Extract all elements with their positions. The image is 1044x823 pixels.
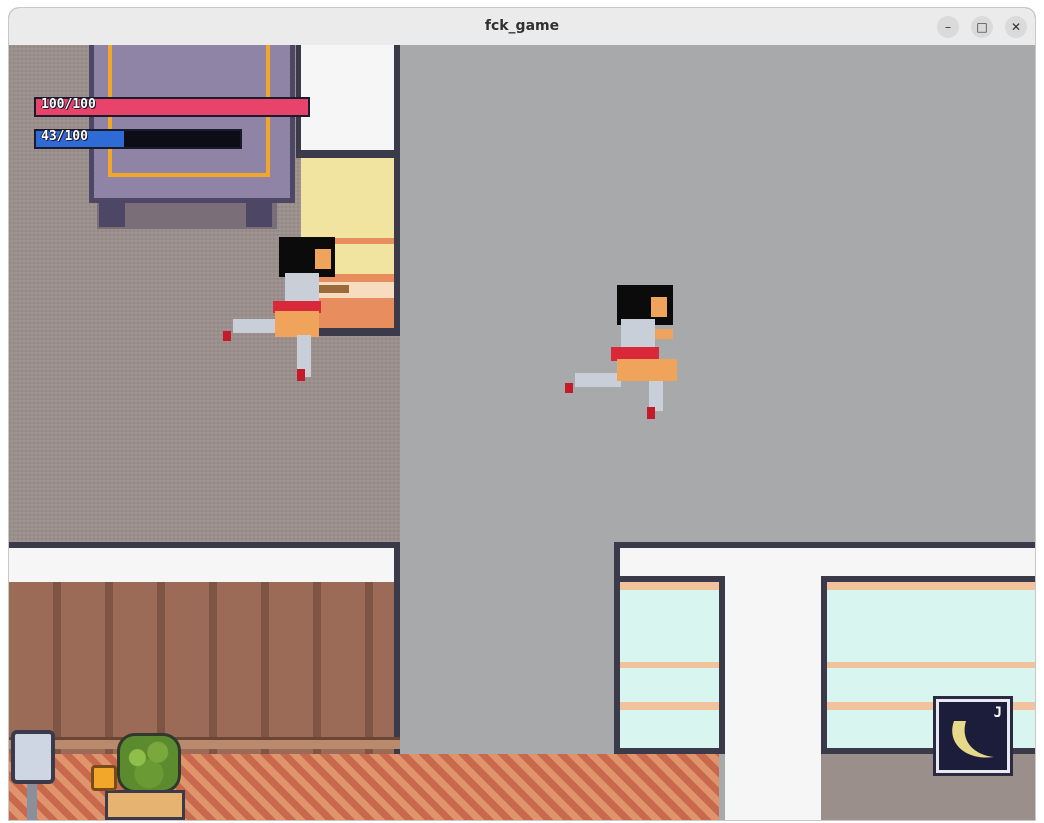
enemy-torso [621, 319, 655, 351]
enemy-character [565, 285, 677, 419]
white-pillar [725, 576, 821, 820]
enemy-thigh [617, 359, 677, 381]
potted-plant [117, 733, 181, 793]
maximize-icon: □ [976, 20, 988, 34]
cyan-window-left [614, 576, 725, 754]
enemy-skirt [611, 347, 659, 361]
game-viewport[interactable]: 100/100 43/100 J [9, 45, 1035, 820]
enemy-shoe-front [647, 407, 655, 419]
enemy-shoe-back [565, 383, 573, 393]
lamp-stand [27, 784, 37, 820]
player-thigh [275, 311, 319, 337]
plant-pot [105, 790, 185, 820]
minimize-button[interactable]: – [937, 16, 959, 38]
cabinet-foot-right [246, 203, 272, 227]
mana-text: 43/100 [41, 129, 88, 144]
skill-slot[interactable]: J [933, 696, 1013, 776]
minimize-icon: – [945, 20, 951, 34]
title-bar[interactable]: fck_game – □ ✕ [9, 8, 1035, 46]
cabinet-foot-left [99, 203, 125, 227]
window-frame-top [296, 150, 394, 158]
enemy-leg-back [575, 373, 621, 387]
enemy-face [651, 297, 667, 317]
window-title: fck_game [484, 18, 560, 34]
lamp [11, 730, 55, 784]
orange-flower [91, 765, 117, 791]
close-icon: ✕ [1010, 20, 1022, 34]
player-face [315, 249, 331, 269]
wood-panel-wall [9, 582, 400, 754]
lower-wall-white [9, 542, 400, 582]
player-character [223, 237, 349, 381]
white-wall-top [296, 45, 394, 150]
wood-rail [9, 737, 400, 749]
player-arm [319, 285, 349, 293]
close-button[interactable]: ✕ [1005, 16, 1027, 38]
player-shoe-front [297, 369, 305, 381]
maximize-button[interactable]: □ [971, 16, 993, 38]
health-text: 100/100 [41, 97, 96, 112]
enemy-leg-front [649, 381, 663, 411]
game-window: fck_game – □ ✕ 100/100 43/100 J [9, 8, 1035, 820]
room-wall-right [394, 45, 400, 328]
player-shoe-back [223, 331, 231, 341]
enemy-arm [655, 329, 673, 339]
skill-key-label: J [993, 705, 1002, 721]
